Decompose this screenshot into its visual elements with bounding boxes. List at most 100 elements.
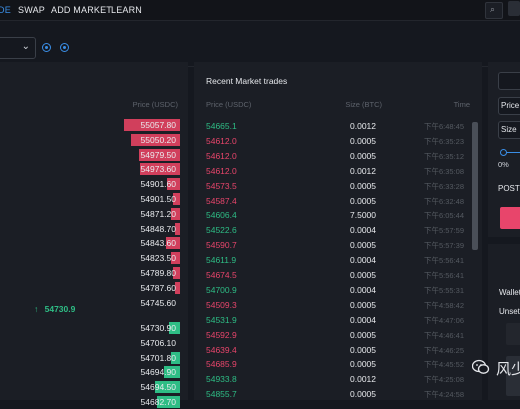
orderbook-price: 54787.60: [140, 282, 176, 293]
top-nav-bar: DE SWAP ADD MARKET LEARN ⌕: [0, 0, 520, 21]
mid-price-value: 54730.9: [44, 304, 76, 314]
trade-size: 0.0005: [350, 150, 376, 161]
trade-time: 下午6:32:48: [423, 196, 464, 206]
orderbook-price: 54973.60: [140, 164, 176, 175]
orderbook-row[interactable]: 54730.90: [0, 321, 180, 335]
trade-size: 0.0005: [350, 135, 376, 146]
wechat-icon: [472, 359, 490, 374]
trade-row: 54611.9 0.0004 下午5:56:41: [194, 253, 476, 268]
recent-trades-title: Recent Market trades: [206, 76, 288, 86]
nav-item-add-market[interactable]: ADD MARKET: [51, 5, 112, 15]
orderbook-row[interactable]: 54901.50: [0, 192, 180, 206]
trade-size: 0.0005: [350, 195, 376, 206]
trade-size: 0.0005: [350, 240, 376, 251]
orderbook-price: 55057.80: [140, 120, 176, 130]
account-avatar[interactable]: [508, 1, 520, 16]
size-slider-track[interactable]: [506, 152, 520, 153]
size-input[interactable]: Size: [498, 121, 520, 139]
order-type-select[interactable]: [498, 72, 520, 90]
trade-price: 54611.9: [206, 255, 237, 266]
trade-time: 下午4:45:52: [423, 360, 464, 370]
trade-size: 7.5000: [350, 210, 376, 221]
trade-time: 下午5:56:41: [423, 271, 464, 280]
trade-price: 54612.0: [206, 135, 237, 146]
trade-row: 54573.5 0.0005 下午6:33:28: [194, 179, 476, 194]
trade-row: 54606.4 7.5000 下午6:05:44: [194, 208, 476, 223]
watermark-text: 风少: [496, 361, 520, 378]
orderbook-row[interactable]: 54694.50: [0, 380, 180, 394]
nav-item-swap[interactable]: SWAP: [18, 5, 45, 15]
info-icon[interactable]: [60, 43, 69, 52]
trade-price: 54612.0: [206, 150, 237, 161]
trade-row: 54522.6 0.0004 下午5:57:59: [194, 223, 476, 238]
trade-time: 下午5:57:39: [423, 241, 464, 251]
market-select[interactable]: ⌄: [0, 37, 36, 59]
orderbook-row[interactable]: 54682.70: [0, 395, 180, 409]
trade-row: 54933.8 0.0012 下午4:25:08: [194, 372, 476, 387]
orderbook-row[interactable]: 54973.60: [0, 162, 180, 176]
orderbook-row[interactable]: 54848.70: [0, 222, 180, 236]
size-input-label: Size: [501, 125, 517, 134]
orderbook-row[interactable]: 54843.60: [0, 236, 180, 250]
orderbook-price: 54682.70: [140, 397, 176, 407]
trades-scrollbar[interactable]: [472, 122, 478, 250]
trade-time: 下午4:46:41: [423, 330, 464, 340]
trade-size: 0.0004: [350, 284, 376, 295]
orderbook-row[interactable]: 55050.20: [0, 133, 180, 147]
orderbook-price: 54730.90: [140, 323, 176, 333]
order-form-panel: Price Size 0% POST: [488, 62, 520, 237]
trade-price: 54590.7: [206, 240, 237, 251]
trade-size: 0.0005: [350, 389, 376, 400]
trade-size: 0.0005: [350, 329, 376, 340]
trade-price: 54587.4: [206, 195, 237, 206]
orderbook-row[interactable]: 54787.60: [0, 281, 180, 295]
orderbook-price: 54789.80: [140, 268, 176, 278]
nav-item-trade[interactable]: DE: [0, 5, 11, 15]
trade-price: 54933.8: [206, 374, 237, 385]
trade-size: 0.0005: [350, 299, 376, 310]
trade-price: 54573.5: [206, 180, 237, 191]
info-icon[interactable]: [42, 43, 51, 52]
orderbook-row[interactable]: 54745.60: [0, 296, 180, 310]
trade-time: 下午6:35:08: [423, 166, 464, 176]
search-button[interactable]: ⌕: [485, 2, 503, 19]
trade-row: 54587.4 0.0005 下午6:32:48: [194, 194, 476, 209]
trade-time: 下午4:25:08: [423, 375, 464, 385]
trade-price: 54522.6: [206, 225, 237, 236]
trade-time: 下午4:24:58: [423, 390, 464, 400]
trade-time: 下午5:55:31: [423, 285, 464, 295]
trade-row: 54531.9 0.0004 下午4:47:06: [194, 313, 476, 328]
trade-row: 54590.7 0.0005 下午5:57:39: [194, 238, 476, 253]
orderbook-row[interactable]: 54789.80: [0, 266, 180, 280]
price-input[interactable]: Price: [498, 97, 520, 115]
wallet-connect-button[interactable]: [506, 323, 520, 345]
orderbook-row[interactable]: 54694.90: [0, 365, 180, 379]
orderbook-price: 54694.90: [140, 367, 176, 378]
orderbook-panel: Price (USDC) 55057.80 55050.20 54979.50 549…: [0, 62, 188, 408]
trade-row: 54612.0 0.0005 下午6:35:23: [194, 134, 476, 149]
orderbook-row[interactable]: 54871.20: [0, 207, 180, 221]
trade-price: 54612.0: [206, 165, 237, 176]
orderbook-price: 54901.50: [140, 194, 176, 204]
orderbook-row[interactable]: 54823.50: [0, 251, 180, 265]
orderbook-row[interactable]: 54701.80: [0, 351, 180, 365]
orderbook-price: 54843.60: [140, 238, 176, 249]
trade-size: 0.0004: [350, 225, 376, 236]
trade-row: 54612.0 0.0005 下午6:35:12: [194, 149, 476, 164]
search-icon: ⌕: [490, 4, 496, 14]
orderbook-row[interactable]: 54979.50: [0, 148, 180, 162]
wallet-title: Wallet: [499, 288, 520, 297]
trade-time: 下午4:47:06: [423, 315, 464, 325]
trade-price: 54592.9: [206, 329, 237, 340]
orderbook-row[interactable]: 54901.60: [0, 177, 180, 191]
trade-time: 下午6:35:23: [423, 136, 464, 146]
trade-price: 54665.1: [206, 121, 237, 131]
orderbook-row[interactable]: 55057.80: [0, 118, 180, 132]
trade-size: 0.0005: [350, 270, 376, 280]
trade-row: 54674.5 0.0005 下午5:56:41: [194, 268, 476, 283]
nav-item-learn[interactable]: LEARN: [111, 5, 142, 15]
orderbook-row[interactable]: 54706.10: [0, 336, 180, 350]
trade-row: 54639.4 0.0005 下午4:46:25: [194, 343, 476, 358]
place-order-button[interactable]: [500, 207, 520, 229]
orderbook-price: 54979.50: [140, 149, 176, 160]
